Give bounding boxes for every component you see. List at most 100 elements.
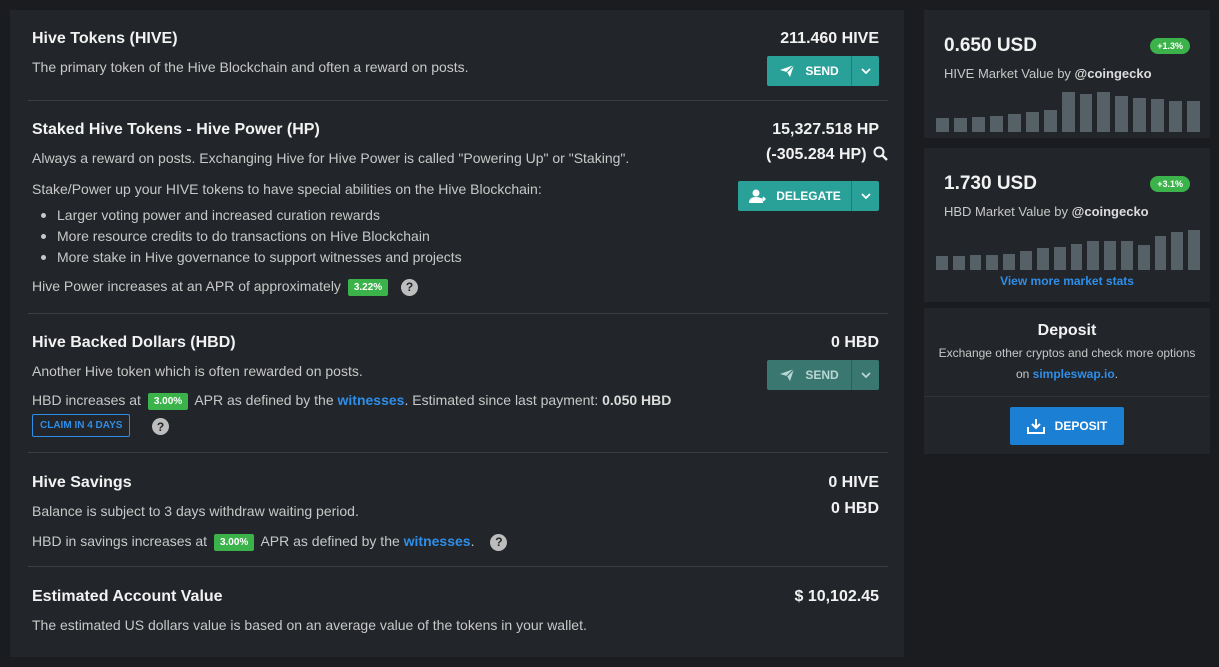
hbd-estimated-value: 0.050 HBD <box>602 392 672 408</box>
hbd-price-bars <box>936 228 1200 270</box>
hive-send-button[interactable]: SEND <box>767 56 851 86</box>
list-item: More stake in Hive governance to support… <box>41 248 462 269</box>
hp-dropdown[interactable] <box>851 181 879 211</box>
simpleswap-link[interactable]: simpleswap.io <box>1033 367 1115 381</box>
hive-market-card: 0.650 USD +1.3% HIVE Market Value by @co… <box>924 10 1210 138</box>
claim-button[interactable]: CLAIM IN 4 DAYS <box>32 414 131 437</box>
coingecko-link[interactable]: @coingecko <box>1075 66 1152 81</box>
hp-apr-badge: 3.22% <box>347 278 389 296</box>
price-bar <box>1115 96 1129 132</box>
price-bar <box>1003 254 1016 270</box>
price-bar <box>1104 240 1116 270</box>
hbd-market-label: HBD Market Value by @coingecko <box>944 204 1149 219</box>
price-bar <box>1079 94 1093 132</box>
price-bar <box>1169 100 1183 132</box>
hbd-send-dropdown[interactable] <box>851 360 879 390</box>
hbd-apr-line: HBD increases at 3.00% APR as defined by… <box>32 392 671 410</box>
price-bar <box>936 118 949 132</box>
deposit-title: Deposit <box>1037 322 1097 339</box>
market-stats-link[interactable]: View more market stats <box>924 274 1210 288</box>
price-bar <box>1187 101 1201 132</box>
savings-hbd-balance[interactable]: 0 HBD <box>831 500 879 518</box>
hbd-price: 1.730 USD <box>944 173 1037 194</box>
witnesses-link[interactable]: witnesses <box>338 392 405 408</box>
hbd-apr-prefix: HBD increases at <box>32 392 141 408</box>
hp-delegated: (-305.284 HP) <box>766 146 888 164</box>
savings-section: Hive Savings Balance is subject to 3 day… <box>28 453 888 567</box>
chevron-down-icon <box>860 372 871 378</box>
divider <box>924 396 1210 397</box>
deposit-text-on: on <box>1015 367 1030 381</box>
estimated-title: Estimated Account Value <box>32 588 223 605</box>
price-bar <box>1097 92 1111 132</box>
price-bar <box>1061 92 1075 132</box>
paper-plane-icon <box>780 368 795 381</box>
estimated-description: The estimated US dollars value is based … <box>32 617 587 633</box>
hbd-market-card: 1.730 USD +3.1% HBD Market Value by @coi… <box>924 148 1210 302</box>
price-bar <box>1043 110 1057 132</box>
deposit-text: Exchange other cryptos and check more op… <box>924 343 1210 385</box>
user-delegate-icon <box>749 189 767 203</box>
hive-balance[interactable]: 211.460 HIVE <box>780 30 879 48</box>
savings-description: Balance is subject to 3 days withdraw wa… <box>32 503 359 519</box>
hp-intro: Stake/Power up your HIVE tokens to have … <box>32 181 542 197</box>
price-bar <box>1087 240 1100 270</box>
price-bar <box>1007 114 1021 132</box>
deposit-text-line1: Exchange other cryptos and check more op… <box>938 346 1196 360</box>
hive-send-group: SEND <box>767 56 879 86</box>
hbd-apr-badge: 3.00% <box>147 392 189 410</box>
send-label: SEND <box>805 368 839 382</box>
price-bar <box>1188 230 1200 270</box>
hbd-balance[interactable]: 0 HBD <box>831 334 879 352</box>
deposit-text-end: . <box>1114 367 1119 381</box>
hbd-market-label-text: HBD Market Value by <box>944 204 1069 219</box>
hive-market-label-text: HIVE Market Value by <box>944 66 1071 81</box>
hive-title: Hive Tokens (HIVE) <box>32 30 178 47</box>
price-bar <box>1070 243 1083 270</box>
deposit-card: Deposit Exchange other cryptos and check… <box>924 308 1210 454</box>
hp-benefits-list: Larger voting power and increased curati… <box>41 206 462 269</box>
hive-send-dropdown[interactable] <box>851 56 879 86</box>
hbd-description: Another Hive token which is often reward… <box>32 363 363 379</box>
price-bar <box>989 115 1003 132</box>
price-bar <box>1020 251 1032 270</box>
wallet-panel: Hive Tokens (HIVE) The primary token of … <box>10 10 904 657</box>
coingecko-link[interactable]: @coingecko <box>1072 204 1149 219</box>
chevron-down-icon <box>860 193 871 199</box>
hp-title: Staked Hive Tokens - Hive Power (HP) <box>32 121 320 138</box>
price-bar <box>1133 97 1147 132</box>
savings-hive-balance[interactable]: 0 HIVE <box>828 474 879 492</box>
savings-apr-line: HBD in savings increases at 3.00% APR as… <box>32 533 508 551</box>
hbd-send-button[interactable]: SEND <box>767 360 851 390</box>
savings-apr-badge: 3.00% <box>213 533 255 551</box>
hive-market-label: HIVE Market Value by @coingecko <box>944 66 1152 81</box>
help-icon[interactable]: ? <box>152 418 169 435</box>
hp-apr-line: Hive Power increases at an APR of approx… <box>32 278 419 296</box>
estimated-value: $ 10,102.45 <box>794 588 879 605</box>
list-item: More resource credits to do transactions… <box>41 227 462 248</box>
witnesses-link[interactable]: witnesses <box>404 533 471 549</box>
help-icon[interactable]: ? <box>490 533 508 551</box>
deposit-label: DEPOSIT <box>1054 419 1108 433</box>
deposit-text-line2: on simpleswap.io. <box>924 364 1210 385</box>
search-icon[interactable] <box>873 146 888 161</box>
delegate-button[interactable]: DELEGATE <box>738 181 851 211</box>
hbd-apr-suffix: . Estimated since last payment: <box>404 392 599 408</box>
savings-apr-suffix: . <box>470 533 475 549</box>
hive-price-bars <box>936 90 1201 132</box>
deposit-button[interactable]: DEPOSIT <box>1010 407 1124 445</box>
price-bar <box>1171 232 1184 270</box>
hp-delegate-group: DELEGATE <box>738 181 879 211</box>
price-bar <box>1025 112 1039 132</box>
price-bar <box>1053 246 1066 270</box>
estimated-value-section: Estimated Account Value The estimated US… <box>28 567 888 657</box>
hp-balance[interactable]: 15,327.518 HP <box>772 121 879 139</box>
help-icon[interactable]: ? <box>401 278 419 296</box>
price-bar <box>936 256 948 270</box>
price-bar <box>1137 244 1150 270</box>
price-bar <box>969 254 982 270</box>
hbd-title: Hive Backed Dollars (HBD) <box>32 334 236 351</box>
hp-delegated-value[interactable]: (-305.284 HP) <box>766 146 867 163</box>
hive-change-badge: +1.3% <box>1150 38 1190 54</box>
hbd-apr-mid: APR as defined by the <box>194 392 334 408</box>
